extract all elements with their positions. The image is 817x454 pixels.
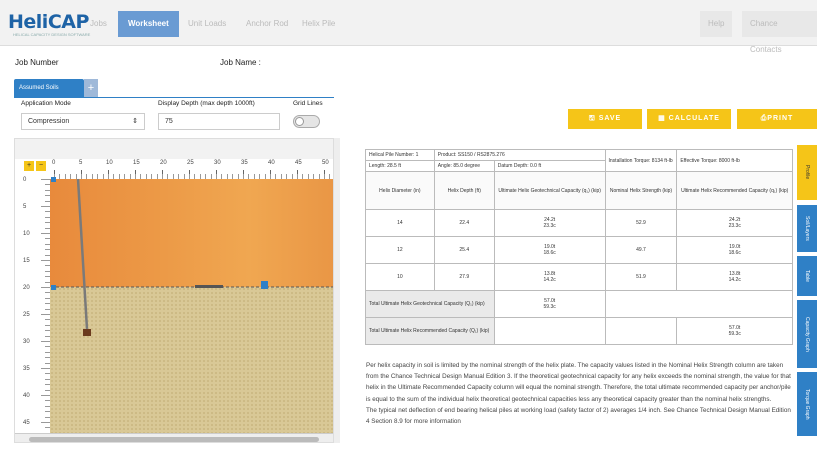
tab-assumed-soils[interactable]: Assumed Soils (14, 79, 84, 97)
select-arrow-icon: ⇕ (132, 118, 138, 125)
helix-dia-cell: 12 (365, 236, 435, 264)
nav-tab-unit-loads[interactable]: Unit Loads (178, 11, 236, 37)
layer-handle[interactable] (51, 285, 56, 290)
empty-cell (604, 290, 794, 318)
print-button[interactable]: ⎙PRINT (737, 109, 817, 129)
nominal-cell: 49.7 (604, 236, 678, 264)
helical-pile-shaft[interactable] (76, 178, 89, 330)
nominal-cell: 51.9 (604, 263, 678, 291)
geo-cap-cell: 24.2t 23.3c (493, 209, 606, 237)
calculator-icon: ▦ (658, 115, 669, 122)
rec-cap-cell: 24.2t 23.3c (676, 209, 793, 237)
table-row: 12 25.4 19.0t 18.6c 49.7 19.0t 18.6c (365, 236, 793, 264)
calculate-label: CALCULATE (668, 115, 720, 122)
grid-lines-label: Grid Lines (293, 100, 323, 107)
helix-capacity-table: Helical Pile Number: 1 Product: SS150 / … (365, 149, 794, 345)
total-geo-label: Total Ultimate Helix Geotechnical Capaci… (365, 290, 495, 318)
nav-tab-anchor-rod[interactable]: Anchor Rod (236, 11, 298, 37)
product-cell: Product: SS150 / RS2875.276 (433, 149, 606, 161)
tab-underline (14, 97, 334, 98)
helix-depth-cell: 27.9 (433, 263, 495, 291)
logo-subtitle: HELICAL CAPACITY DESIGN SOFTWARE (13, 32, 91, 37)
helix-dia-cell: 10 (365, 263, 435, 291)
total-rec-value: 57.0t 59.3c (676, 317, 793, 345)
calculate-button[interactable]: ▦ CALCULATE (647, 109, 731, 129)
capacity-notes: Per helix capacity in soil is limited by… (366, 360, 794, 427)
col-nominal-strength: Nominal Helix Strength (kip) (604, 171, 678, 210)
nav-tab-worksheet[interactable]: Worksheet (118, 11, 179, 37)
helicap-logo: HeliCAP (8, 11, 89, 33)
display-depth-label: Display Depth (max depth 1000ft) (158, 100, 255, 107)
toggle-knob (295, 117, 304, 126)
save-label: SAVE (598, 115, 622, 122)
col-ultimate-geotech: Ultimate Helix Geotechnical Capacity (q₁… (493, 171, 606, 210)
print-label: PRINT (767, 115, 794, 122)
layer-label-marker (195, 285, 223, 288)
helix-plate (83, 329, 91, 336)
nav-tab-helix-pile[interactable]: Helix Pile (292, 11, 345, 37)
empty-cell (604, 317, 678, 345)
length-cell: Length: 28.5 ft (365, 160, 435, 172)
side-tab-table[interactable]: Table (797, 256, 817, 296)
water-table-icon[interactable] (261, 281, 268, 289)
horizontal-scrollbar[interactable] (15, 433, 333, 442)
note-paragraph-1: Per helix capacity in soil is limited by… (366, 362, 791, 403)
side-tab-capacity-graph[interactable]: Capacity Graph (797, 300, 817, 368)
angle-cell: Angle: 85.0 degree (433, 160, 495, 172)
total-rec-label: Total Ultimate Helix Recommended Capacit… (365, 317, 495, 345)
soil-profile-canvas[interactable]: 0 5 10 15 20 25 30 35 40 45 50 0 5 10 15 20 25 30 35 40 45 … (14, 138, 334, 443)
table-row: 14 22.4 24.2t 23.3c 52.9 24.2t 23.3c (365, 209, 793, 237)
pile-number-cell: Helical Pile Number: 1 (365, 149, 435, 161)
job-name-label: Job Name : (220, 58, 261, 67)
nav-help[interactable]: Help (700, 11, 733, 37)
grid-lines-toggle[interactable] (293, 115, 320, 128)
empty-cell (493, 317, 606, 345)
side-tab-profile[interactable]: Profile (797, 145, 817, 200)
nav-chance-contacts[interactable]: Chance Contacts (742, 11, 817, 54)
application-mode-label: Application Mode (21, 100, 71, 107)
geo-cap-cell: 13.8t 14.2c (493, 263, 606, 291)
col-recommended: Ultimate Helix Recommended Capacity (q₁)… (676, 171, 793, 210)
nav-tab-jobs[interactable]: Jobs (80, 11, 117, 37)
save-icon: 🖫 (588, 115, 599, 122)
scroll-thumb[interactable] (29, 437, 319, 442)
note-paragraph-2: The typical net deflection of end bearin… (366, 406, 791, 426)
side-tab-torque-graph[interactable]: Torque Graph (797, 372, 817, 436)
application-mode-value: Compression (28, 118, 70, 125)
install-torque-cell: Installation Torque: 8134 ft-lb (604, 149, 678, 172)
col-helix-diameter: Helix Diameter (in) (365, 171, 435, 210)
rec-cap-cell: 19.0t 18.6c (676, 236, 793, 264)
effective-torque-cell: Effective Torque: 8000 ft-lb (676, 149, 793, 172)
rec-cap-cell: 13.8t 14.2c (676, 263, 793, 291)
geo-cap-cell: 19.0t 18.6c (493, 236, 606, 264)
job-number-label: Job Number (15, 58, 59, 67)
helix-depth-cell: 25.4 (433, 236, 495, 264)
vertical-scrollbar[interactable] (334, 138, 340, 443)
application-mode-select[interactable]: Compression ⇕ (21, 113, 145, 130)
add-soil-tab-button[interactable]: + (84, 79, 98, 97)
display-depth-input[interactable]: 75 (158, 113, 280, 130)
surface-handle[interactable] (51, 177, 56, 182)
save-button[interactable]: 🖫 SAVE (568, 109, 642, 129)
datum-cell: Datum Depth: 0.0 ft (493, 160, 606, 172)
helix-depth-cell: 22.4 (433, 209, 495, 237)
total-geo-value: 57.0t 59.3c (493, 290, 606, 318)
pile-overlay (51, 177, 333, 336)
col-helix-depth: Helix Depth (ft) (433, 171, 495, 210)
nominal-cell: 52.9 (604, 209, 678, 237)
side-tab-soil-layers[interactable]: Soil/Layers (797, 205, 817, 252)
table-row: 10 27.9 13.8t 14.2c 51.9 13.8t 14.2c (365, 263, 793, 291)
helix-dia-cell: 14 (365, 209, 435, 237)
top-nav-bar: HeliCAP HELICAL CAPACITY DESIGN SOFTWARE… (0, 0, 817, 54)
